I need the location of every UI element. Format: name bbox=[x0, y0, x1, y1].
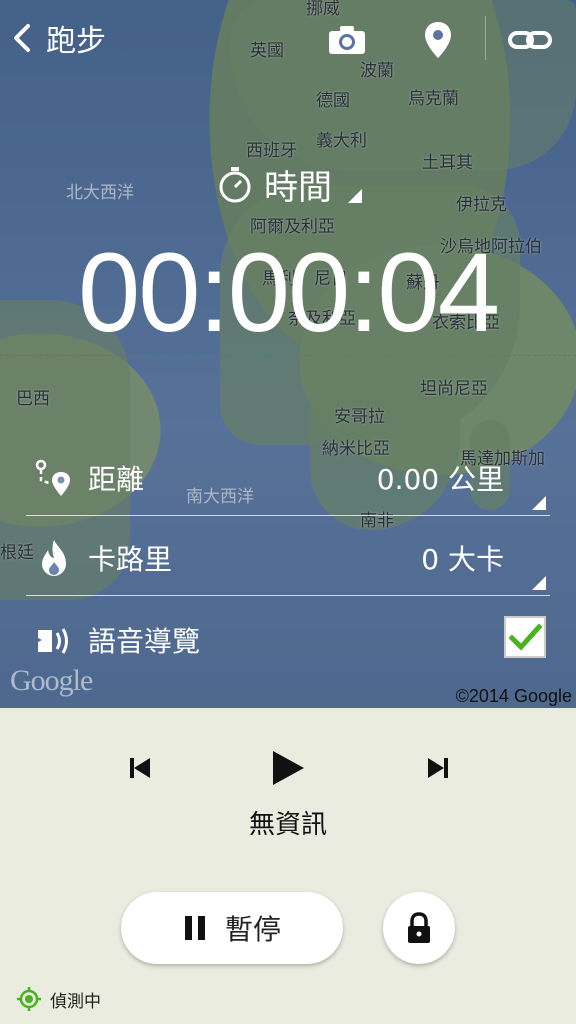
location-pin-icon[interactable] bbox=[416, 18, 460, 62]
route-pin-icon bbox=[34, 458, 74, 498]
stopwatch-icon bbox=[219, 166, 251, 202]
map-copyright: ©2014 Google bbox=[455, 686, 572, 706]
distance-row[interactable]: 距離 0.00 公里 bbox=[26, 440, 550, 520]
row-label: 語音導覽 bbox=[88, 625, 201, 658]
play-icon bbox=[273, 751, 304, 785]
voice-guide-row[interactable]: 語音導覽 bbox=[26, 602, 550, 682]
voice-guide-checkbox[interactable] bbox=[504, 616, 546, 658]
divider bbox=[26, 595, 550, 596]
skip-previous-icon bbox=[130, 758, 150, 778]
checkmark-icon bbox=[508, 623, 543, 651]
timer-display: 00:00:04 bbox=[78, 230, 500, 355]
top-bar: 跑步 bbox=[0, 0, 576, 80]
calories-row[interactable]: 卡路里 0 大卡 bbox=[26, 520, 550, 600]
lock-button[interactable] bbox=[383, 892, 455, 964]
divider bbox=[26, 515, 550, 516]
metric-selector[interactable]: 時間 bbox=[218, 160, 362, 209]
camera-icon[interactable] bbox=[325, 18, 369, 62]
track-info: 無資訊 bbox=[248, 810, 327, 840]
row-label: 距離 bbox=[88, 463, 145, 496]
metric-label: 時間 bbox=[264, 168, 332, 208]
voice-speaker-icon bbox=[34, 620, 74, 660]
gps-status-label: 偵測中 bbox=[50, 991, 101, 1012]
page-title: 跑步 bbox=[46, 24, 106, 59]
skip-next-icon bbox=[428, 758, 448, 778]
flame-icon bbox=[34, 538, 74, 578]
row-value: 0 大卡 bbox=[421, 543, 504, 576]
pause-button[interactable]: 暫停 bbox=[121, 892, 343, 964]
dropdown-corner-icon bbox=[532, 576, 546, 590]
link-icon[interactable] bbox=[508, 18, 552, 62]
next-track-button[interactable] bbox=[408, 738, 468, 798]
dropdown-corner-icon bbox=[348, 188, 362, 203]
back-arrow-icon[interactable] bbox=[8, 18, 38, 58]
music-panel: 無資訊 暫停 偵測中 bbox=[0, 708, 576, 1024]
play-button[interactable] bbox=[258, 738, 318, 798]
pause-label: 暫停 bbox=[224, 913, 281, 946]
row-value: 0.00 公里 bbox=[376, 463, 504, 496]
gps-target-icon bbox=[17, 987, 41, 1011]
row-label: 卡路里 bbox=[88, 543, 173, 576]
previous-track-button[interactable] bbox=[110, 738, 170, 798]
gps-status: 偵測中 bbox=[16, 986, 101, 1012]
pause-icon bbox=[184, 916, 205, 940]
dropdown-corner-icon bbox=[532, 496, 546, 510]
toolbar-divider bbox=[485, 16, 486, 60]
lock-icon bbox=[408, 912, 430, 943]
